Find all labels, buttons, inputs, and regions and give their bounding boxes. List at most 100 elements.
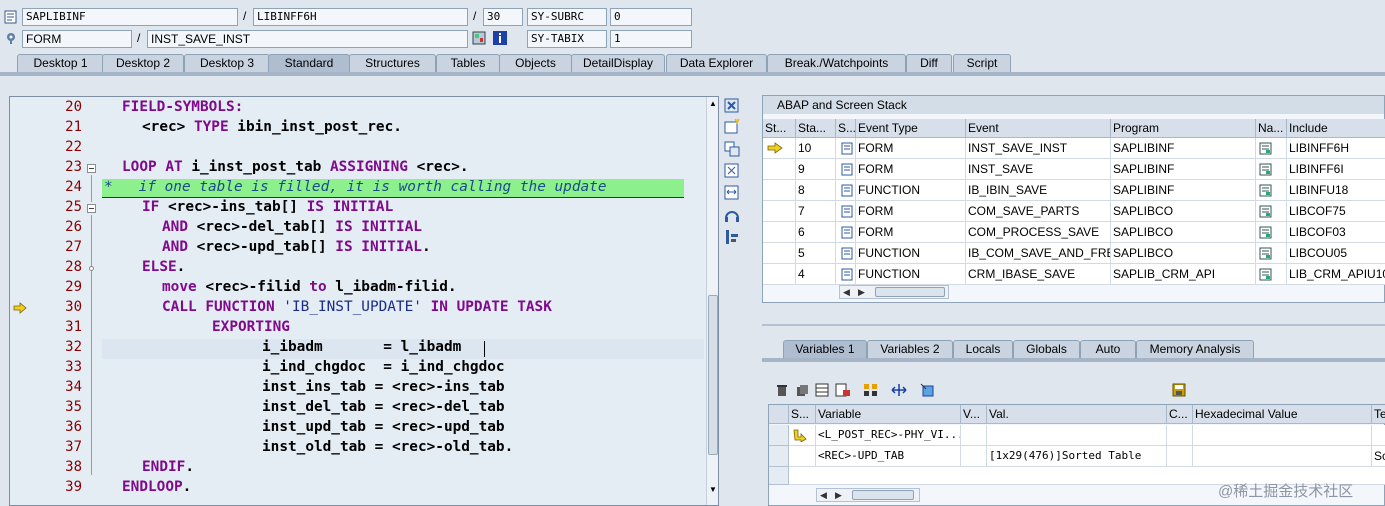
- col-header[interactable]: Na...: [1256, 119, 1287, 138]
- new-tool-icon[interactable]: [722, 118, 742, 136]
- include[interactable]: LIB_CRM_APIU10: [1287, 264, 1385, 285]
- scroll-thumb[interactable]: [875, 287, 945, 297]
- hex-value[interactable]: [1193, 425, 1372, 446]
- event-type[interactable]: FORM: [856, 222, 966, 243]
- save-icon[interactable]: [1172, 383, 1186, 397]
- event[interactable]: INST_SAVE_INST: [966, 138, 1111, 159]
- delete-icon[interactable]: [775, 383, 789, 397]
- include[interactable]: LIBCOU05: [1287, 243, 1385, 264]
- line-field[interactable]: 30: [483, 8, 523, 26]
- program[interactable]: SAPLIBINF: [1111, 138, 1256, 159]
- variable-name[interactable]: <L_POST_REC>-PHY_VI...: [816, 425, 961, 446]
- event-type[interactable]: FUNCTION: [856, 264, 966, 285]
- event-type[interactable]: FORM: [856, 159, 966, 180]
- tab-script[interactable]: Script: [953, 54, 1011, 72]
- event[interactable]: COM_SAVE_PARTS: [966, 201, 1111, 222]
- include[interactable]: LIBINFF6H: [1287, 138, 1385, 159]
- tab-variables-1[interactable]: Variables 1: [783, 340, 867, 358]
- stack-level[interactable]: 9: [796, 159, 836, 180]
- table-row[interactable]: [1167, 425, 1193, 446]
- stack-level[interactable]: 6: [796, 222, 836, 243]
- table-row[interactable]: [763, 243, 796, 264]
- text-value[interactable]: Sc: [1372, 446, 1385, 467]
- text-value[interactable]: [1372, 425, 1385, 446]
- scroll-thumb[interactable]: [708, 295, 718, 455]
- swap-tool-icon[interactable]: [722, 140, 742, 158]
- resize-icon[interactable]: [722, 184, 742, 202]
- scroll-up-icon[interactable]: ▲: [709, 99, 717, 108]
- variable-value[interactable]: [1x29(476)]Sorted Table: [987, 446, 1167, 467]
- table-row[interactable]: [763, 222, 796, 243]
- col-header[interactable]: Program: [1111, 119, 1256, 138]
- source-code-icon[interactable]: [1259, 247, 1272, 260]
- tab-auto[interactable]: Auto: [1080, 340, 1136, 358]
- scroll-right-icon[interactable]: ▶: [858, 286, 865, 298]
- col-header[interactable]: S...: [789, 405, 816, 424]
- include[interactable]: LIBCOF03: [1287, 222, 1385, 243]
- include[interactable]: LIBCOF75: [1287, 201, 1385, 222]
- event-type[interactable]: FORM: [856, 201, 966, 222]
- tab-objects[interactable]: Objects: [499, 54, 572, 72]
- stack-horizontal-scrollbar[interactable]: ◀ ▶: [839, 285, 949, 299]
- variable-name[interactable]: <REC>-UPD_TAB: [816, 446, 961, 467]
- close-icon[interactable]: [722, 97, 742, 115]
- tab-globals[interactable]: Globals: [1013, 340, 1080, 358]
- stack-level[interactable]: 10: [796, 138, 836, 159]
- row-selector[interactable]: [769, 446, 789, 467]
- structure-icon[interactable]: [862, 383, 880, 397]
- tab-variables-2[interactable]: Variables 2: [867, 340, 953, 358]
- fold-toggle-icon[interactable]: [87, 164, 96, 173]
- tab-diff[interactable]: Diff: [906, 54, 952, 72]
- panel-splitter[interactable]: [762, 324, 1385, 326]
- scroll-left-icon[interactable]: ◀: [820, 489, 827, 501]
- col-header[interactable]: S...: [836, 119, 856, 138]
- source-code-editor[interactable]: 20 21 22 23 24 25 26 27 28 29 30 31 32 3…: [9, 96, 719, 506]
- event-type[interactable]: FUNCTION: [856, 180, 966, 201]
- source-code-icon[interactable]: [1259, 226, 1272, 239]
- include[interactable]: LIBINFF6I: [1287, 159, 1385, 180]
- services-icon[interactable]: [722, 206, 742, 224]
- col-header[interactable]: Event: [966, 119, 1111, 138]
- event[interactable]: COM_PROCESS_SAVE: [966, 222, 1111, 243]
- display-icon[interactable]: [472, 31, 486, 45]
- event-type[interactable]: FUNCTION: [856, 243, 966, 264]
- source-code-icon[interactable]: [1259, 205, 1272, 218]
- variable-value[interactable]: [987, 425, 1167, 446]
- include-field[interactable]: LIBINFF6H: [253, 8, 468, 26]
- event-name-field[interactable]: INST_SAVE_INST: [147, 30, 468, 48]
- table-row[interactable]: [763, 264, 796, 285]
- tab-locals[interactable]: Locals: [953, 340, 1013, 358]
- move-icon[interactable]: [890, 383, 908, 397]
- settings-icon[interactable]: [722, 228, 742, 246]
- stack-level[interactable]: 8: [796, 180, 836, 201]
- table-row[interactable]: [763, 201, 796, 222]
- program[interactable]: SAPLIBCO: [1111, 201, 1256, 222]
- fold-toggle-icon[interactable]: [87, 204, 96, 213]
- row-selector[interactable]: [769, 425, 789, 446]
- row-selector[interactable]: [769, 467, 789, 485]
- source-code-icon[interactable]: [1259, 184, 1272, 197]
- maximize-icon[interactable]: [722, 162, 742, 180]
- include[interactable]: LIBINFU18: [1287, 180, 1385, 201]
- col-header[interactable]: Event Type: [856, 119, 966, 138]
- col-header[interactable]: Sta...: [796, 119, 836, 138]
- program[interactable]: SAPLIBCO: [1111, 222, 1256, 243]
- program-field[interactable]: SAPLIBINF: [22, 8, 238, 26]
- tab-desktop-2[interactable]: Desktop 2: [102, 54, 184, 72]
- event[interactable]: IB_IBIN_SAVE: [966, 180, 1111, 201]
- table-row[interactable]: [961, 425, 987, 446]
- delete-all-icon[interactable]: [795, 383, 809, 397]
- tab-desktop-1[interactable]: Desktop 1: [17, 54, 104, 72]
- program[interactable]: SAPLIB_CRM_API: [1111, 264, 1256, 285]
- event[interactable]: INST_SAVE: [966, 159, 1111, 180]
- scroll-left-icon[interactable]: ◀: [843, 286, 850, 298]
- tab-detaildisplay[interactable]: DetailDisplay: [571, 54, 665, 72]
- tab-structures[interactable]: Structures: [349, 54, 436, 72]
- col-header[interactable]: Variable: [816, 405, 961, 424]
- program[interactable]: SAPLIBCO: [1111, 243, 1256, 264]
- table-row[interactable]: [789, 446, 816, 467]
- scroll-thumb[interactable]: [852, 490, 914, 500]
- hex-value[interactable]: [1193, 446, 1372, 467]
- source-code-icon[interactable]: [1259, 268, 1272, 281]
- col-header[interactable]: Val.: [987, 405, 1167, 424]
